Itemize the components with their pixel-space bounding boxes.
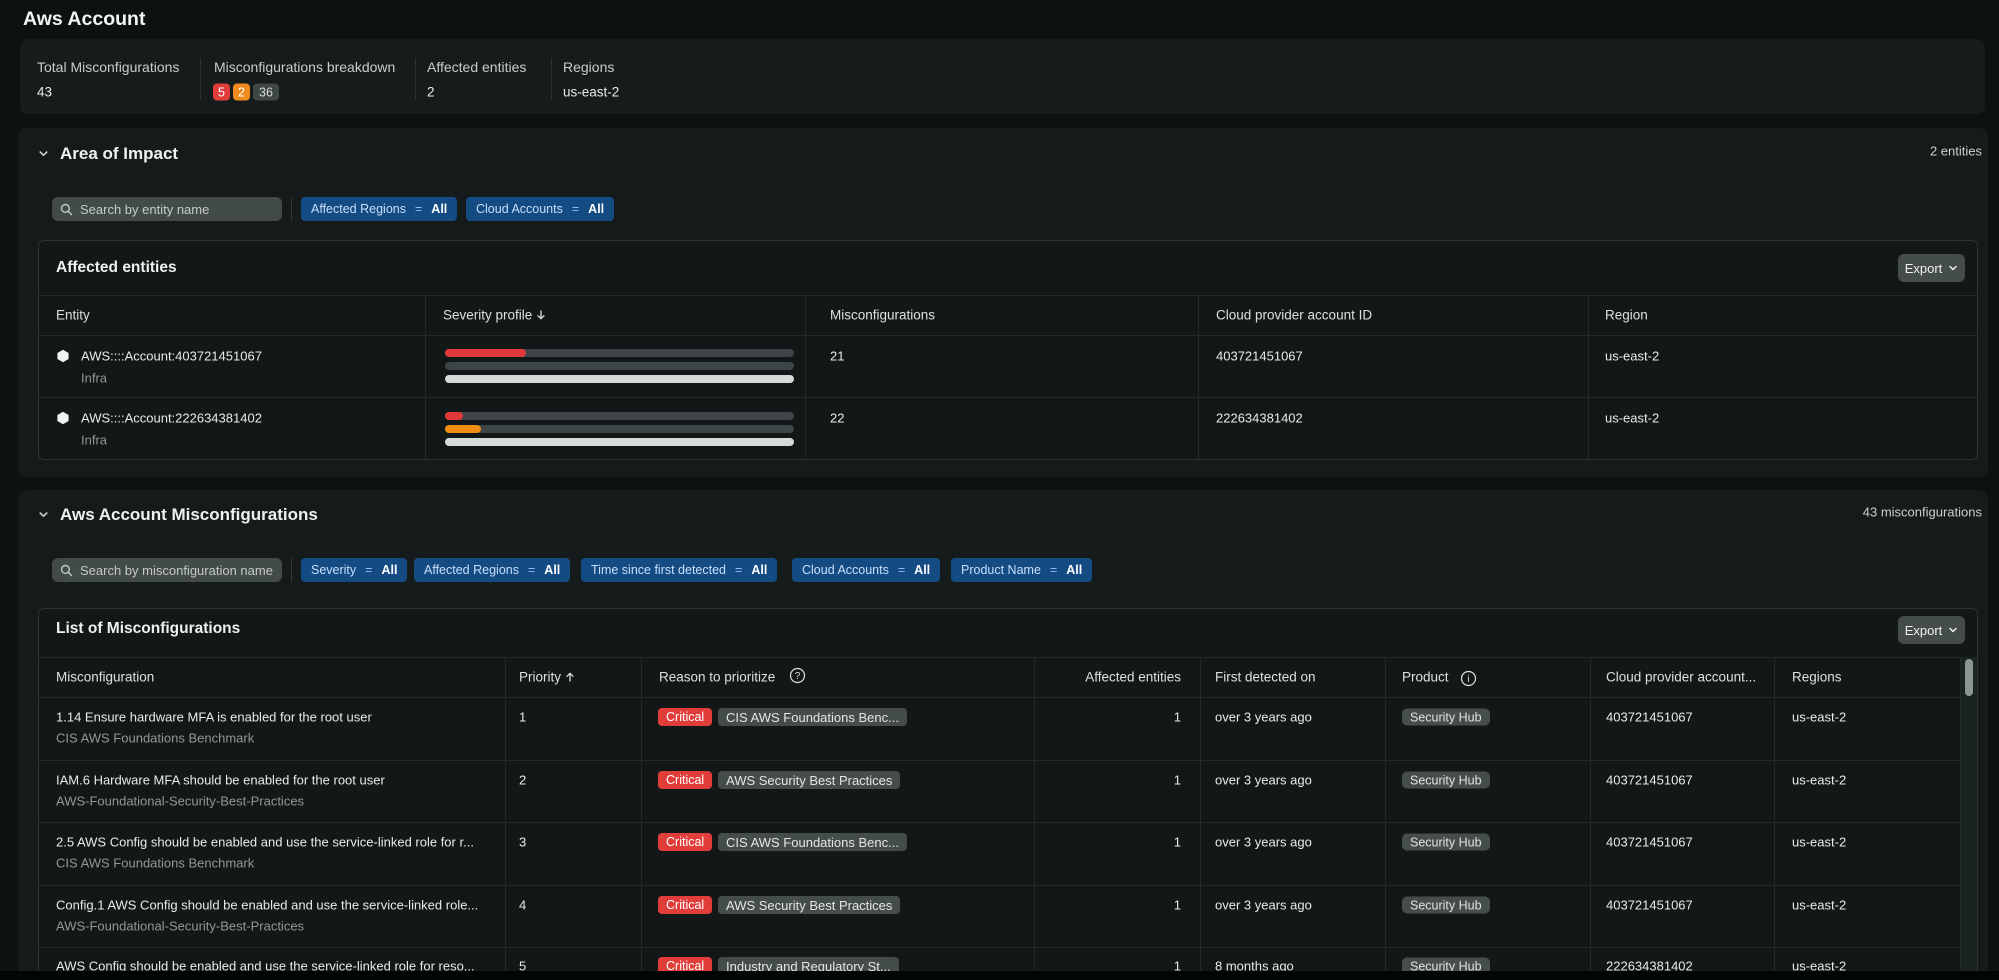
- svg-text:?: ?: [795, 671, 801, 682]
- svg-text:i: i: [1467, 674, 1469, 685]
